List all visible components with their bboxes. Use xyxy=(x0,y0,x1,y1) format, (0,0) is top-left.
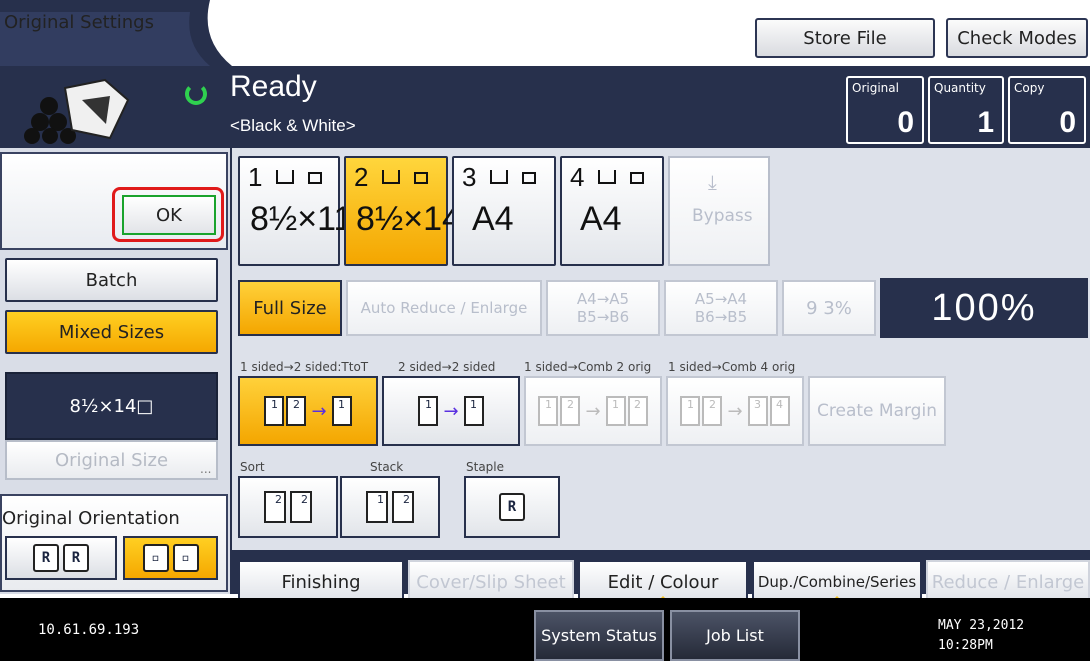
create-margin-button[interactable]: Create Margin xyxy=(808,376,946,446)
orientation-portrait-icon-2: R xyxy=(63,544,89,572)
preset-93-button[interactable]: 9 3% xyxy=(782,280,876,336)
original-size-more-icon: ... xyxy=(200,462,212,476)
date-text: MAY 23,2012 xyxy=(938,618,1025,633)
orientation-landscape-icon-2: ▫ xyxy=(172,544,199,572)
batch-button[interactable]: Batch xyxy=(5,258,218,302)
store-file-button[interactable]: Store File xyxy=(755,18,935,58)
orientation-landscape-button[interactable]: ▫ ▫ xyxy=(123,536,218,580)
tray-number: 4 xyxy=(570,162,585,192)
paper-icon xyxy=(308,172,322,184)
duplex-caption-2: 2 sided→2 sided xyxy=(398,360,496,374)
quantity-counter: Quantity 1 xyxy=(928,76,1004,144)
tray-size: 8½×11 xyxy=(250,200,353,238)
sort-caption: Sort xyxy=(240,460,265,474)
tray-3-button[interactable]: 3 A4 xyxy=(452,156,556,266)
paper-size-button[interactable]: 8½×14□ xyxy=(5,372,218,440)
sort-button[interactable]: 2 2 xyxy=(238,476,338,538)
combine-2-button[interactable]: 12 → 12 xyxy=(524,376,662,446)
system-status-button[interactable]: System Status xyxy=(534,610,664,661)
orientation-label: Original Orientation xyxy=(2,508,180,529)
tray-4-button[interactable]: 4 A4 xyxy=(560,156,664,266)
status-bar: Ready <Black & White> Original 0 Quantit… xyxy=(0,66,1090,148)
ip-address: 10.61.69.193 xyxy=(38,622,140,638)
check-modes-button[interactable]: Check Modes xyxy=(946,18,1088,58)
duplex-caption-3: 1 sided→Comb 2 orig xyxy=(524,360,652,374)
tray-size: A4 xyxy=(580,200,622,238)
tray-number: 3 xyxy=(462,162,477,192)
full-size-button[interactable]: Full Size xyxy=(238,280,342,336)
tray-1-button[interactable]: 1 8½×11 xyxy=(238,156,352,266)
paper-icon xyxy=(630,172,644,184)
duplex-caption-4: 1 sided→Comb 4 orig xyxy=(668,360,796,374)
staple-button[interactable]: R xyxy=(464,476,560,538)
ready-status-icon xyxy=(185,83,207,105)
duplex-2to2-button[interactable]: 1 → 1 xyxy=(382,376,520,446)
tray-size: A4 xyxy=(472,200,514,238)
mixed-sizes-button[interactable]: Mixed Sizes xyxy=(5,310,218,354)
tray-2-button[interactable]: 2 8½×14 xyxy=(344,156,461,266)
ok-button[interactable]: OK xyxy=(122,195,216,235)
auto-reduce-enlarge-button[interactable]: Auto Reduce / Enlarge xyxy=(346,280,542,336)
bypass-label: Bypass xyxy=(692,206,753,226)
paper-icon xyxy=(414,172,428,184)
tray-number: 2 xyxy=(354,162,369,192)
time-text: 10:28PM xyxy=(938,638,993,653)
tray-icon xyxy=(382,170,400,184)
original-settings-title: Original Settings xyxy=(4,12,154,33)
color-mode-text: <Black & White> xyxy=(230,116,356,135)
header-swoosh xyxy=(0,0,232,66)
paper-icon xyxy=(522,172,536,184)
status-text: Ready xyxy=(230,70,317,103)
original-counter: Original 0 xyxy=(846,76,924,144)
orientation-landscape-icon: ▫ xyxy=(142,544,169,572)
tray-size: 8½×14 xyxy=(356,200,461,238)
orientation-portrait-button[interactable]: R R xyxy=(5,536,117,580)
duplex-caption-1: 1 sided→2 sided:TtoT xyxy=(240,360,369,374)
staple-icon: R xyxy=(499,493,525,521)
enlarge-a5-a4-button[interactable]: A5→A4 B6→B5 xyxy=(664,280,778,336)
original-size-button[interactable]: Original Size xyxy=(5,440,218,480)
combine-4-button[interactable]: 12 → 34 xyxy=(666,376,804,446)
orientation-portrait-icon: R xyxy=(33,544,59,572)
tray-icon xyxy=(490,170,508,184)
tray-number: 1 xyxy=(248,162,263,192)
job-list-button[interactable]: Job List xyxy=(670,610,800,661)
bypass-icon: ⤓ xyxy=(708,170,717,194)
reduce-a4-a5-button[interactable]: A4→A5 B5→B6 xyxy=(546,280,660,336)
tray-icon xyxy=(276,170,294,184)
stack-caption: Stack xyxy=(370,460,404,474)
bypass-tray-button[interactable]: ⤓ Bypass xyxy=(668,156,770,266)
stack-button[interactable]: 1 2 xyxy=(340,476,440,538)
duplex-1to2-button[interactable]: 12 → 1 xyxy=(238,376,378,446)
copier-logo-icon xyxy=(24,78,130,144)
tray-icon xyxy=(598,170,616,184)
ratio-display: 100% xyxy=(880,278,1088,338)
copy-counter: Copy 0 xyxy=(1008,76,1086,144)
staple-caption: Staple xyxy=(466,460,505,474)
